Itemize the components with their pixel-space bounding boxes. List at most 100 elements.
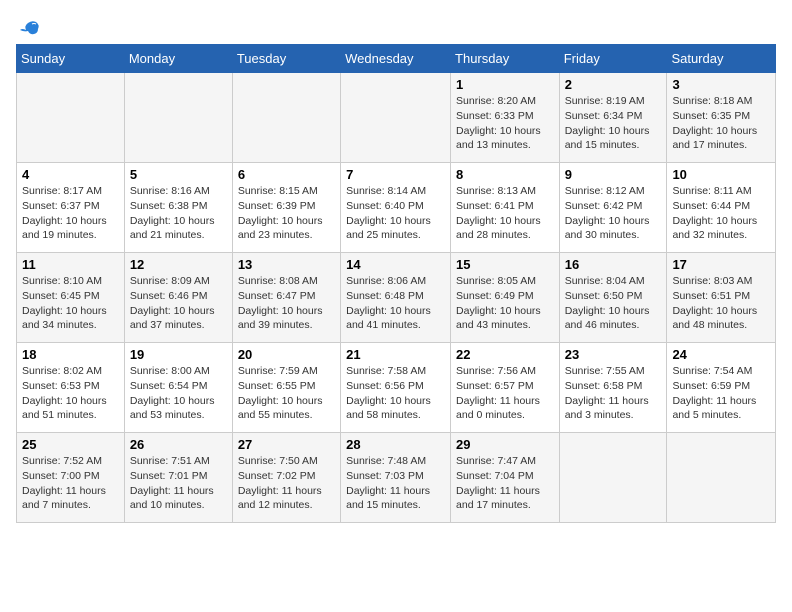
calendar-cell: 15 Sunrise: 8:05 AM Sunset: 6:49 PM Dayli… [451,253,560,343]
calendar-cell: 10 Sunrise: 8:11 AM Sunset: 6:44 PM Dayli… [667,163,776,253]
day-detail: Sunrise: 8:17 AM Sunset: 6:37 PM Dayligh… [22,184,119,243]
day-number: 4 [22,167,119,182]
day-detail: Sunrise: 7:50 AM Sunset: 7:02 PM Dayligh… [238,454,335,513]
day-detail: Sunrise: 8:11 AM Sunset: 6:44 PM Dayligh… [672,184,770,243]
day-detail: Sunrise: 8:05 AM Sunset: 6:49 PM Dayligh… [456,274,554,333]
day-detail: Sunrise: 8:06 AM Sunset: 6:48 PM Dayligh… [346,274,445,333]
calendar-week-row: 4 Sunrise: 8:17 AM Sunset: 6:37 PM Daylig… [17,163,776,253]
calendar-week-row: 25 Sunrise: 7:52 AM Sunset: 7:00 PM Dayli… [17,433,776,523]
day-detail: Sunrise: 8:20 AM Sunset: 6:33 PM Dayligh… [456,94,554,153]
day-number: 1 [456,77,554,92]
day-number: 10 [672,167,770,182]
calendar-cell [341,73,451,163]
calendar-cell: 26Sunrise: 7:51 AM Sunset: 7:01 PM Dayli… [124,433,232,523]
calendar-cell [232,73,340,163]
weekday-header-monday: Monday [124,45,232,73]
calendar-cell: 23 Sunrise: 7:55 AM Sunset: 6:58 PM Dayli… [559,343,667,433]
day-number: 28 [346,437,445,452]
day-detail: Sunrise: 8:18 AM Sunset: 6:35 PM Dayligh… [672,94,770,153]
calendar-cell: 8Sunrise: 8:13 AM Sunset: 6:41 PM Daylig… [451,163,560,253]
day-detail: Sunrise: 8:19 AM Sunset: 6:34 PM Dayligh… [565,94,662,153]
calendar-cell: 28 Sunrise: 7:48 AM Sunset: 7:03 PM Dayli… [341,433,451,523]
day-detail: Sunrise: 8:13 AM Sunset: 6:41 PM Dayligh… [456,184,554,243]
calendar-cell: 9 Sunrise: 8:12 AM Sunset: 6:42 PM Daylig… [559,163,667,253]
day-detail: Sunrise: 8:08 AM Sunset: 6:47 PM Dayligh… [238,274,335,333]
calendar-cell: 14 Sunrise: 8:06 AM Sunset: 6:48 PM Dayli… [341,253,451,343]
calendar-cell: 3 Sunrise: 8:18 AM Sunset: 6:35 PM Daylig… [667,73,776,163]
day-number: 23 [565,347,662,362]
day-number: 22 [456,347,554,362]
calendar-cell: 22 Sunrise: 7:56 AM Sunset: 6:57 PM Dayli… [451,343,560,433]
day-detail: Sunrise: 7:54 AM Sunset: 6:59 PM Dayligh… [672,364,770,423]
calendar-cell: 17 Sunrise: 8:03 AM Sunset: 6:51 PM Dayli… [667,253,776,343]
page-header [16,16,776,36]
day-number: 26 [130,437,227,452]
day-number: 13 [238,257,335,272]
day-number: 20 [238,347,335,362]
weekday-header-thursday: Thursday [451,45,560,73]
day-detail: Sunrise: 7:48 AM Sunset: 7:03 PM Dayligh… [346,454,445,513]
calendar-cell [667,433,776,523]
weekday-header-sunday: Sunday [17,45,125,73]
day-number: 7 [346,167,445,182]
day-number: 11 [22,257,119,272]
day-number: 25 [22,437,119,452]
day-number: 27 [238,437,335,452]
calendar-cell: 1 Sunrise: 8:20 AM Sunset: 6:33 PM Daylig… [451,73,560,163]
day-number: 19 [130,347,227,362]
day-number: 29 [456,437,554,452]
day-detail: Sunrise: 8:03 AM Sunset: 6:51 PM Dayligh… [672,274,770,333]
logo [16,16,40,36]
day-detail: Sunrise: 8:15 AM Sunset: 6:39 PM Dayligh… [238,184,335,243]
calendar-cell: 19Sunrise: 8:00 AM Sunset: 6:54 PM Dayli… [124,343,232,433]
calendar-cell: 24 Sunrise: 7:54 AM Sunset: 6:59 PM Dayli… [667,343,776,433]
day-detail: Sunrise: 7:47 AM Sunset: 7:04 PM Dayligh… [456,454,554,513]
day-detail: Sunrise: 8:14 AM Sunset: 6:40 PM Dayligh… [346,184,445,243]
day-number: 24 [672,347,770,362]
weekday-header-wednesday: Wednesday [341,45,451,73]
day-detail: Sunrise: 7:56 AM Sunset: 6:57 PM Dayligh… [456,364,554,423]
calendar-cell: 29 Sunrise: 7:47 AM Sunset: 7:04 PM Dayli… [451,433,560,523]
weekday-header-row: SundayMondayTuesdayWednesdayThursdayFrid… [17,45,776,73]
day-detail: Sunrise: 7:52 AM Sunset: 7:00 PM Dayligh… [22,454,119,513]
calendar-cell: 12Sunrise: 8:09 AM Sunset: 6:46 PM Dayli… [124,253,232,343]
day-detail: Sunrise: 7:58 AM Sunset: 6:56 PM Dayligh… [346,364,445,423]
calendar-table: SundayMondayTuesdayWednesdayThursdayFrid… [16,44,776,523]
day-detail: Sunrise: 8:02 AM Sunset: 6:53 PM Dayligh… [22,364,119,423]
calendar-cell [124,73,232,163]
day-number: 21 [346,347,445,362]
day-number: 16 [565,257,662,272]
calendar-cell: 16 Sunrise: 8:04 AM Sunset: 6:50 PM Dayli… [559,253,667,343]
day-number: 18 [22,347,119,362]
day-detail: Sunrise: 8:04 AM Sunset: 6:50 PM Dayligh… [565,274,662,333]
calendar-cell: 27 Sunrise: 7:50 AM Sunset: 7:02 PM Dayli… [232,433,340,523]
calendar-week-row: 18 Sunrise: 8:02 AM Sunset: 6:53 PM Dayli… [17,343,776,433]
weekday-header-friday: Friday [559,45,667,73]
day-detail: Sunrise: 8:10 AM Sunset: 6:45 PM Dayligh… [22,274,119,333]
calendar-cell: 11 Sunrise: 8:10 AM Sunset: 6:45 PM Dayli… [17,253,125,343]
calendar-cell [559,433,667,523]
calendar-cell: 20 Sunrise: 7:59 AM Sunset: 6:55 PM Dayli… [232,343,340,433]
day-number: 14 [346,257,445,272]
day-number: 3 [672,77,770,92]
calendar-cell [17,73,125,163]
calendar-cell: 6 Sunrise: 8:15 AM Sunset: 6:39 PM Daylig… [232,163,340,253]
day-number: 17 [672,257,770,272]
day-detail: Sunrise: 8:12 AM Sunset: 6:42 PM Dayligh… [565,184,662,243]
calendar-week-row: 1 Sunrise: 8:20 AM Sunset: 6:33 PM Daylig… [17,73,776,163]
calendar-cell: 5 Sunrise: 8:16 AM Sunset: 6:38 PM Daylig… [124,163,232,253]
calendar-cell: 21 Sunrise: 7:58 AM Sunset: 6:56 PM Dayli… [341,343,451,433]
day-number: 15 [456,257,554,272]
calendar-cell: 2Sunrise: 8:19 AM Sunset: 6:34 PM Daylig… [559,73,667,163]
weekday-header-tuesday: Tuesday [232,45,340,73]
day-detail: Sunrise: 7:55 AM Sunset: 6:58 PM Dayligh… [565,364,662,423]
day-detail: Sunrise: 7:59 AM Sunset: 6:55 PM Dayligh… [238,364,335,423]
day-detail: Sunrise: 8:16 AM Sunset: 6:38 PM Dayligh… [130,184,227,243]
calendar-cell: 18 Sunrise: 8:02 AM Sunset: 6:53 PM Dayli… [17,343,125,433]
day-number: 5 [130,167,227,182]
day-number: 9 [565,167,662,182]
logo-bird-icon [18,18,40,40]
day-number: 6 [238,167,335,182]
calendar-week-row: 11 Sunrise: 8:10 AM Sunset: 6:45 PM Dayli… [17,253,776,343]
calendar-cell: 25 Sunrise: 7:52 AM Sunset: 7:00 PM Dayli… [17,433,125,523]
